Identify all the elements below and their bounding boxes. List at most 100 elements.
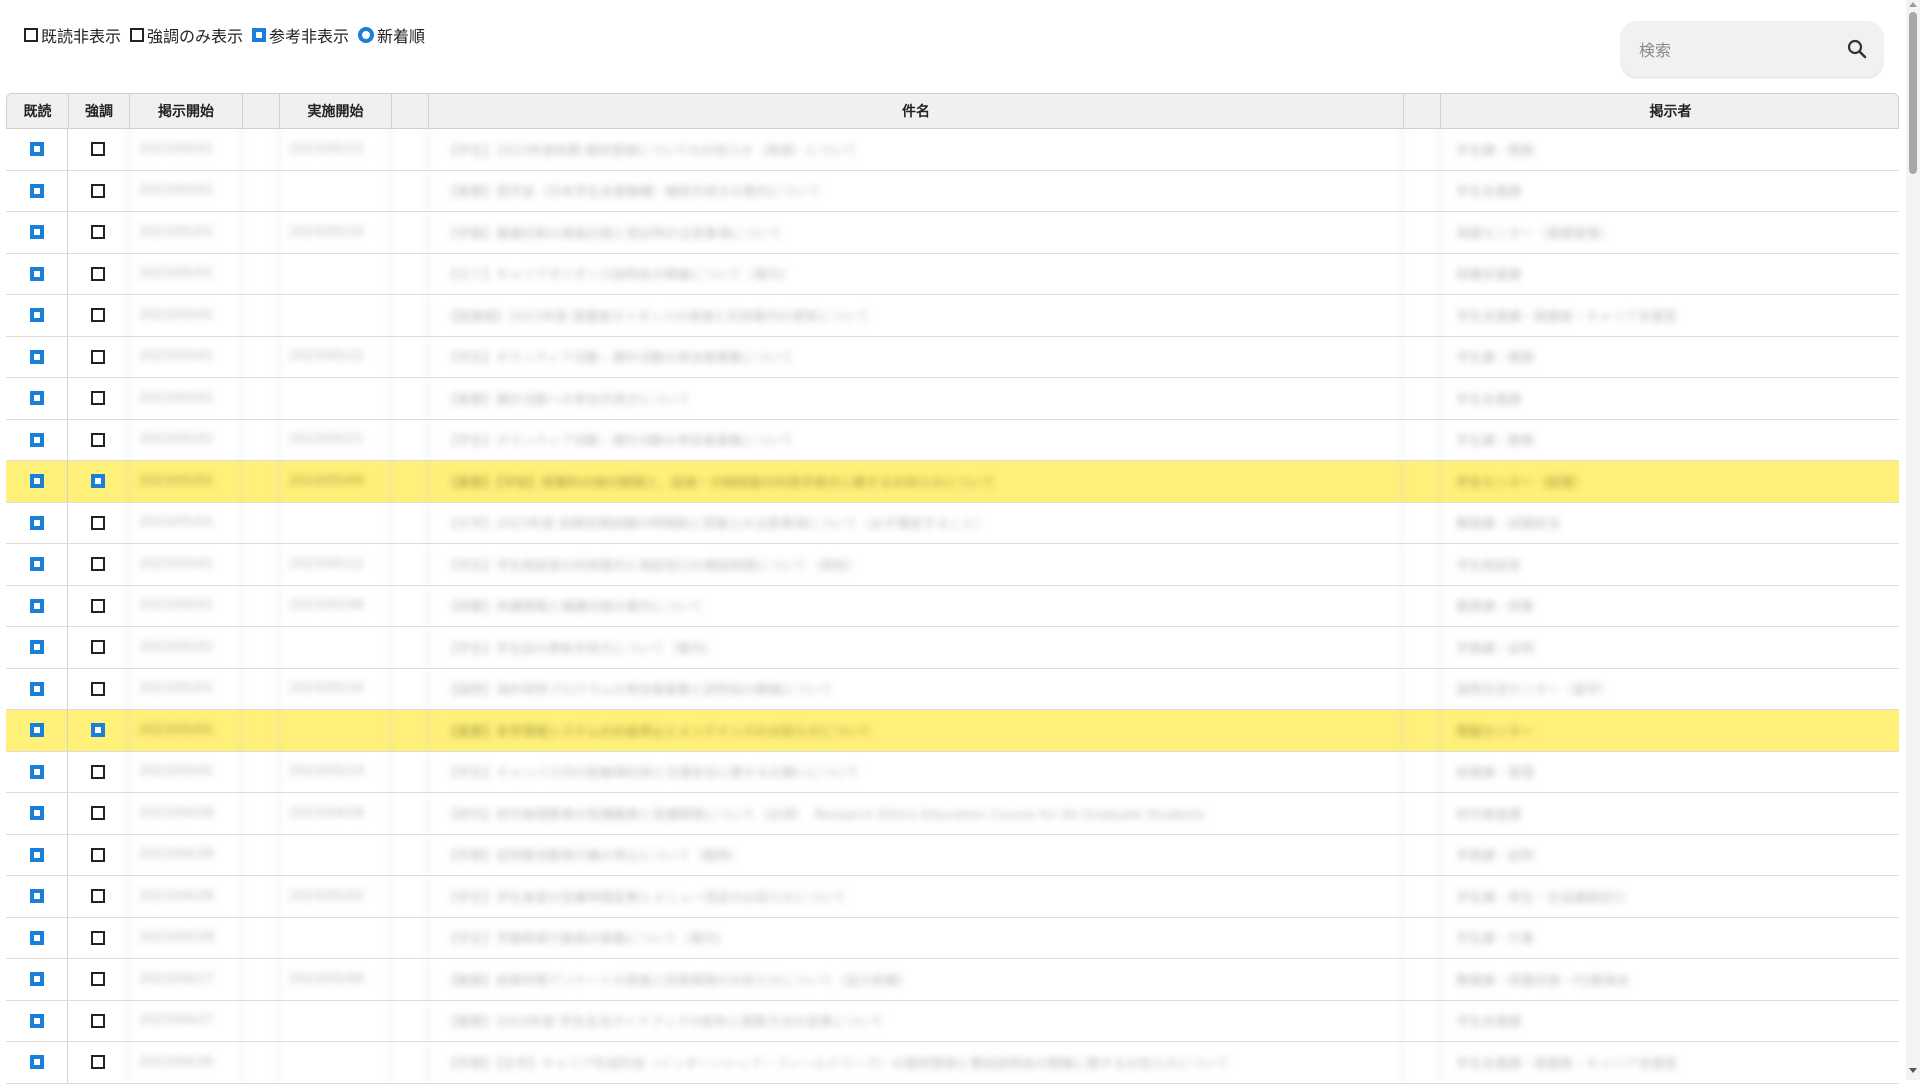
scroll-down-arrow-icon[interactable] — [1909, 1068, 1917, 1073]
table-row[interactable]: 2023/05/01 2023/05/21 【学生】ボランティア活動・課外活動の参加… — [6, 419, 1899, 461]
read-checkbox[interactable] — [29, 764, 44, 779]
table-row[interactable]: 2023/05/01 2023/05/09 【重要】【学部】授業料の納付期限と、延納… — [6, 461, 1899, 503]
subject-cell[interactable]: 【学生】学生食堂の営業時間変更とメニュー改定のお知らせについて — [427, 876, 1402, 917]
emphasis-checkbox[interactable] — [91, 806, 105, 821]
emphasis-checkbox[interactable] — [91, 349, 105, 364]
read-checkbox[interactable] — [29, 1055, 44, 1070]
read-checkbox[interactable] — [29, 972, 44, 987]
table-row[interactable]: 2023/04/28 【学生】学園祭実行委員の募集について（案内） 学生課・行事 — [6, 917, 1899, 959]
subject-cell[interactable]: 【研究】研究倫理教育の受講義務と受講期限について（必須） Research Et… — [427, 793, 1402, 834]
subject-cell[interactable]: 【学務】【全学】キャリア形成科目（インターンシップ・フィールドワーク）の履修登録… — [427, 1042, 1402, 1083]
table-row[interactable]: 2023/05/01 2023/05/14 【学生】キャンパス内の駐輪場利用と交通安… — [6, 751, 1899, 793]
read-checkbox[interactable] — [29, 391, 44, 406]
newest-first-option[interactable]: 新着順 — [358, 23, 425, 47]
hide-read-checkbox[interactable] — [24, 28, 38, 42]
hide-reference-checkbox[interactable] — [252, 28, 267, 42]
read-checkbox[interactable] — [29, 681, 44, 696]
col-read-header[interactable]: 既読 — [7, 94, 68, 128]
subject-cell[interactable]: 【授業】休講情報と補講日程の案内について — [427, 585, 1402, 626]
read-checkbox[interactable] — [29, 806, 44, 821]
read-checkbox[interactable] — [29, 889, 44, 904]
read-checkbox[interactable] — [29, 183, 44, 198]
read-checkbox[interactable] — [29, 640, 44, 655]
read-checkbox[interactable] — [29, 930, 44, 945]
read-checkbox[interactable] — [29, 266, 44, 281]
emphasis-only-filter[interactable]: 強調のみ表示 — [130, 23, 243, 47]
table-row[interactable]: 2023/04/28 2023/04/28 【研究】研究倫理教育の受講義務と受講期限… — [6, 793, 1899, 835]
scrollbar-thumb[interactable] — [1909, 12, 1917, 174]
newest-first-radio[interactable] — [358, 27, 375, 43]
emphasis-checkbox[interactable] — [91, 142, 105, 157]
emphasis-checkbox[interactable] — [91, 847, 105, 862]
emphasis-checkbox[interactable] — [91, 723, 105, 738]
table-row[interactable]: 2023/05/01 【大学】2023年度 前期定期試験の時間割と受験上の注意事項… — [6, 502, 1899, 544]
subject-cell[interactable]: 【図書館】2023年度 図書館ガイダンスの実施と利用案内の更新について — [427, 295, 1402, 336]
col-subject-header[interactable]: 件名 — [428, 94, 1403, 128]
emphasis-checkbox[interactable] — [91, 1055, 105, 1070]
emphasis-checkbox[interactable] — [91, 474, 105, 489]
read-checkbox[interactable] — [29, 723, 44, 738]
subject-cell[interactable]: 【重要】本学情報システムの計画停止とメンテナンスのお知らせについて — [427, 710, 1402, 751]
emphasis-checkbox[interactable] — [91, 764, 105, 779]
subject-cell[interactable]: 【国際】海外研修プログラムの参加者募集と説明会の開催について — [427, 668, 1402, 709]
scroll-up-arrow-icon[interactable] — [1909, 2, 1917, 7]
subject-cell[interactable]: 【重要】2023年度 学生生活ガイドブックの配布と閲覧方法の変更について — [427, 1000, 1402, 1041]
subject-cell[interactable]: 【学務】証明書自動発行機の停止について（臨時） — [427, 834, 1402, 875]
emphasis-checkbox[interactable] — [91, 515, 105, 530]
subject-cell[interactable]: 【学務】健康診断の実施日程と受診時の注意事項について — [427, 212, 1402, 253]
table-row[interactable]: 2023/05/01 2023/05/12 【学生】学生相談室の利用案内と相談窓口の… — [6, 544, 1899, 586]
table-row[interactable]: 2023/04/27 【重要】2023年度 学生生活ガイドブックの配布と閲覧方法の… — [6, 1000, 1899, 1042]
subject-cell[interactable]: 【教務】前期中間アンケートの実施と回答期限のお知らせについて（協力依頼） — [427, 959, 1402, 1000]
table-row[interactable]: 2023/05/01 2023/05/08 【授業】休講情報と補講日程の案内について… — [6, 585, 1899, 627]
search-icon[interactable] — [1845, 37, 1869, 61]
subject-cell[interactable]: 【学生】学生相談室の利用案内と相談窓口の開設時間について（周知） — [427, 544, 1402, 585]
read-checkbox[interactable] — [29, 598, 44, 613]
subject-cell[interactable]: 【学生】ボランティア活動・課外活動の参加者募集について — [427, 336, 1402, 377]
vertical-scrollbar[interactable] — [1906, 0, 1920, 1080]
search-input[interactable] — [1637, 21, 1841, 79]
subject-cell[interactable]: 【ゼミ】キャリアガイダンス説明会の開催について（案内） — [427, 253, 1402, 294]
table-row[interactable]: 2023/05/01 2023/05/16 【国際】海外研修プログラムの参加者募集と… — [6, 668, 1899, 710]
emphasis-checkbox[interactable] — [91, 681, 105, 696]
table-row[interactable]: 2023/05/01 【重要】奨学金（日本学生支援機構）継続手続きの案内について学… — [6, 170, 1899, 212]
table-row[interactable]: 2023/04/28 【学務】証明書自動発行機の停止について（臨時） 学務課・証明 — [6, 834, 1899, 876]
read-checkbox[interactable] — [29, 1013, 44, 1028]
table-row[interactable]: 2023/04/26 【学務】【全学】キャリア形成科目（インターンシップ・フィール… — [6, 1042, 1899, 1084]
read-checkbox[interactable] — [29, 432, 44, 447]
emphasis-only-checkbox[interactable] — [130, 28, 145, 42]
read-checkbox[interactable] — [29, 847, 44, 862]
emphasis-checkbox[interactable] — [91, 889, 105, 904]
emphasis-checkbox[interactable] — [91, 972, 105, 987]
read-checkbox[interactable] — [29, 225, 44, 240]
emphasis-checkbox[interactable] — [91, 640, 105, 655]
emphasis-checkbox[interactable] — [91, 1013, 105, 1028]
subject-cell[interactable]: 【学生】ボランティア活動・課外活動の参加者募集について — [427, 419, 1402, 460]
emphasis-checkbox[interactable] — [91, 225, 105, 240]
subject-cell[interactable]: 【学生】学園祭実行委員の募集について（案内） — [427, 917, 1402, 958]
table-row[interactable]: 2023/05/01 2023/05/10 【学務】健康診断の実施日程と受診時の注意… — [6, 212, 1899, 254]
col-emphasis-header[interactable]: 強調 — [68, 94, 129, 128]
col-impl-start-header[interactable]: 実施開始 — [279, 94, 391, 128]
emphasis-checkbox[interactable] — [91, 598, 105, 613]
read-checkbox[interactable] — [29, 308, 44, 323]
read-checkbox[interactable] — [29, 349, 44, 364]
read-checkbox[interactable] — [29, 515, 44, 530]
table-row[interactable]: 2023/05/01 2023/05/15 【学生】2023年度前期 履修登録につい… — [6, 129, 1899, 171]
read-checkbox[interactable] — [29, 557, 44, 572]
table-row[interactable]: 2023/05/01 2023/05/22 【学生】ボランティア活動・課外活動の参加… — [6, 336, 1899, 378]
subject-cell[interactable]: 【学生】キャンパス内の駐輪場利用と交通安全に関するお願いについて — [427, 751, 1402, 792]
subject-cell[interactable]: 【大学】2023年度 前期定期試験の時間割と受験上の注意事項について（必ず確認す… — [427, 502, 1402, 543]
emphasis-checkbox[interactable] — [91, 266, 105, 281]
emphasis-checkbox[interactable] — [91, 432, 105, 447]
emphasis-checkbox[interactable] — [91, 557, 105, 572]
table-row[interactable]: 2023/04/28 2023/05/02 【学生】学生食堂の営業時間変更とメニュー… — [6, 876, 1899, 918]
col-post-start-header[interactable]: 掲示開始 — [129, 94, 242, 128]
read-checkbox[interactable] — [29, 142, 44, 157]
emphasis-checkbox[interactable] — [91, 930, 105, 945]
subject-cell[interactable]: 【重要】課外活動への参加手続きについて — [427, 378, 1402, 419]
emphasis-checkbox[interactable] — [91, 391, 105, 406]
emphasis-checkbox[interactable] — [91, 308, 105, 323]
table-row[interactable]: 2023/04/27 2023/05/06 【教務】前期中間アンケートの実施と回答期… — [6, 959, 1899, 1001]
read-checkbox[interactable] — [29, 474, 44, 489]
table-row[interactable]: 2023/05/01 【重要】課外活動への参加手続きについて 学生支援課 — [6, 378, 1899, 420]
